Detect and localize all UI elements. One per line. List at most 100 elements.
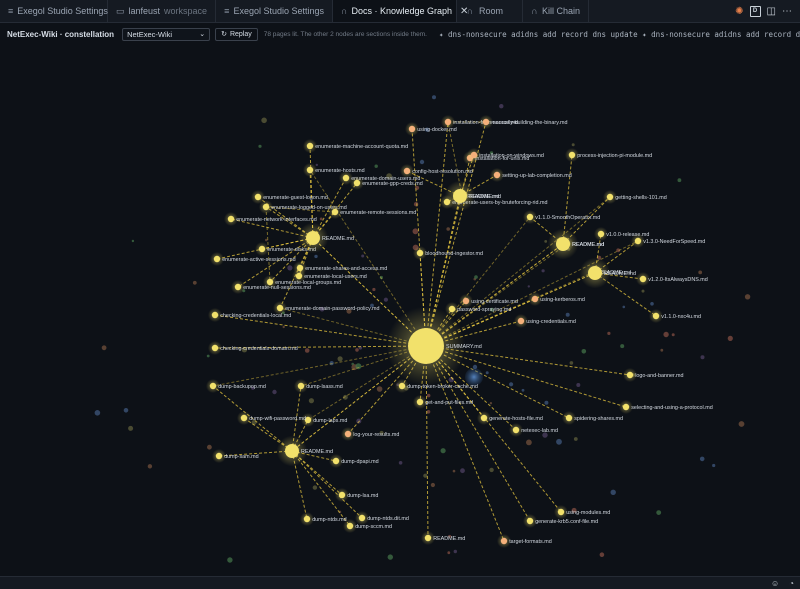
more-icon[interactable]: ⋯ xyxy=(782,6,792,17)
background-dot xyxy=(261,117,267,124)
doc-node: enumerate-network-interfaces.md xyxy=(223,211,317,227)
doc-node: process-injection-pi-module.md xyxy=(564,147,652,163)
tab-studio-settings-2[interactable]: ≡ Exegol Studio Settings xyxy=(216,0,333,22)
background-dot xyxy=(573,437,578,441)
node-label: logo-and-banner.md xyxy=(635,373,683,379)
exegol-logo-icon[interactable]: ✺ xyxy=(735,6,743,17)
background-dot xyxy=(383,297,388,302)
node-label: enumerate-shares-and-access.md xyxy=(305,266,387,272)
doc-node: dump-backupop.md xyxy=(205,378,266,394)
node-label: manually-building-the-binary.md xyxy=(491,120,567,126)
background-dot xyxy=(419,159,425,165)
background-dot xyxy=(372,287,376,292)
node-dot xyxy=(358,514,366,522)
node-label: using-docker.md xyxy=(417,127,457,133)
node-label: README.md xyxy=(604,271,636,277)
node-dot xyxy=(556,237,570,251)
background-dot xyxy=(308,398,314,404)
background-dot xyxy=(319,217,323,221)
node-dot xyxy=(568,151,576,159)
node-dot xyxy=(306,166,314,174)
background-dot xyxy=(489,467,494,473)
hub-node: README.md xyxy=(444,180,501,212)
node-dot xyxy=(353,179,361,187)
doc-node: enumerate-shares-and-access.md xyxy=(292,260,387,276)
background-dot xyxy=(712,463,716,468)
hub-node: README.md xyxy=(297,222,354,254)
hub-node: README.md xyxy=(579,257,636,289)
doc-node: dump-ntds.md xyxy=(299,511,347,527)
doc-node: selecting-and-using-a-protocol.md xyxy=(618,399,713,415)
node-label: dump-laps.md xyxy=(313,418,347,424)
node-dot xyxy=(258,245,266,253)
node-label: dump-lsass.md xyxy=(306,384,343,390)
background-dot xyxy=(576,383,581,387)
background-dot xyxy=(699,456,705,462)
background-dot xyxy=(446,227,451,231)
node-dot xyxy=(338,491,346,499)
background-dot xyxy=(622,305,626,309)
tab-kill-chain[interactable]: ∩ Kill Chain xyxy=(523,0,589,22)
background-dot xyxy=(526,439,532,446)
node-dot xyxy=(416,249,424,257)
background-dot xyxy=(509,382,514,387)
background-dot xyxy=(738,421,745,427)
split-view-icon[interactable]: ◫ xyxy=(767,6,776,17)
dark-square-icon[interactable]: D xyxy=(749,5,761,17)
node-label: dump-sam.md xyxy=(224,454,258,460)
node-dot xyxy=(557,508,565,516)
node-label: dump-ntds.dit.md xyxy=(367,516,409,522)
node-dot xyxy=(262,203,270,211)
background-dot xyxy=(412,228,419,235)
node-dot xyxy=(462,297,470,305)
node-dot xyxy=(344,430,352,438)
node-label: checking-credentials-domain.md xyxy=(220,346,298,352)
background-dot xyxy=(727,335,733,341)
graph-toolbar: NetExec-Wiki · constellation NetExec-Wik… xyxy=(0,23,800,45)
node-dot xyxy=(211,344,219,352)
node-label: v1.1.0-SmoothOperator.md xyxy=(535,215,600,221)
background-dot xyxy=(452,469,456,473)
node-dot xyxy=(531,295,539,303)
status-bar: ☺ ◔ xyxy=(0,576,800,589)
background-dot xyxy=(700,355,705,360)
background-dot xyxy=(599,552,605,557)
background-dot xyxy=(499,104,504,109)
tab-lanfeust-workspace[interactable]: ▭ lanfeust workspace xyxy=(108,0,216,22)
wiki-select[interactable]: NetExec-Wiki ⌄ xyxy=(122,27,211,41)
doc-node: checking-credentials-domain.md xyxy=(207,340,298,356)
node-label: get-and-put-files.md xyxy=(425,400,473,406)
doc-node: dump-sam.md xyxy=(211,448,259,464)
tab-docs-knowledge-graph[interactable]: ∩ Docs · Knowledge Graph ✕ xyxy=(333,0,468,22)
doc-node: v1.3.0-NeedForSpeed.md xyxy=(630,233,705,249)
node-dot xyxy=(303,515,311,523)
node-dot xyxy=(424,534,432,542)
node-dot xyxy=(526,213,534,221)
bell-icon[interactable]: ◔ xyxy=(789,579,794,588)
doc-node: enumerate-hosts.md xyxy=(302,162,365,178)
tab-studio-settings-1[interactable]: ≡ Exegol Studio Settings xyxy=(0,0,108,22)
doc-node: get-and-put-files.md xyxy=(412,394,473,410)
bot-icon[interactable]: ☺ xyxy=(771,579,779,588)
node-dot xyxy=(622,403,630,411)
graph-info: 78 pages lit. The other 2 nodes are sect… xyxy=(263,30,427,38)
node-label: dump-dpapi.md xyxy=(341,459,378,465)
knowledge-graph[interactable]: installation-from-source.mdmanually-buil… xyxy=(0,45,800,576)
background-dot xyxy=(660,348,664,352)
node-dot xyxy=(254,193,262,201)
doc-node: dump-lsass.md xyxy=(293,378,343,394)
background-dot xyxy=(527,285,530,288)
background-dot xyxy=(447,551,451,555)
node-label: v1.1.0-nxc4u.md xyxy=(661,314,701,320)
node-label: enumerate-active-sessions.md xyxy=(222,257,295,263)
background-dot xyxy=(287,265,293,271)
node-dot xyxy=(295,272,303,280)
replay-button[interactable]: ↻ Replay xyxy=(215,27,258,41)
node-label: enumerate-remote-sessions.md xyxy=(340,210,416,216)
background-dot xyxy=(426,393,431,398)
background-dot xyxy=(312,485,318,490)
node-dot xyxy=(588,266,602,280)
tab-room[interactable]: ∩ Room xyxy=(457,0,523,22)
background-dot xyxy=(314,254,318,259)
node-dot xyxy=(297,382,305,390)
